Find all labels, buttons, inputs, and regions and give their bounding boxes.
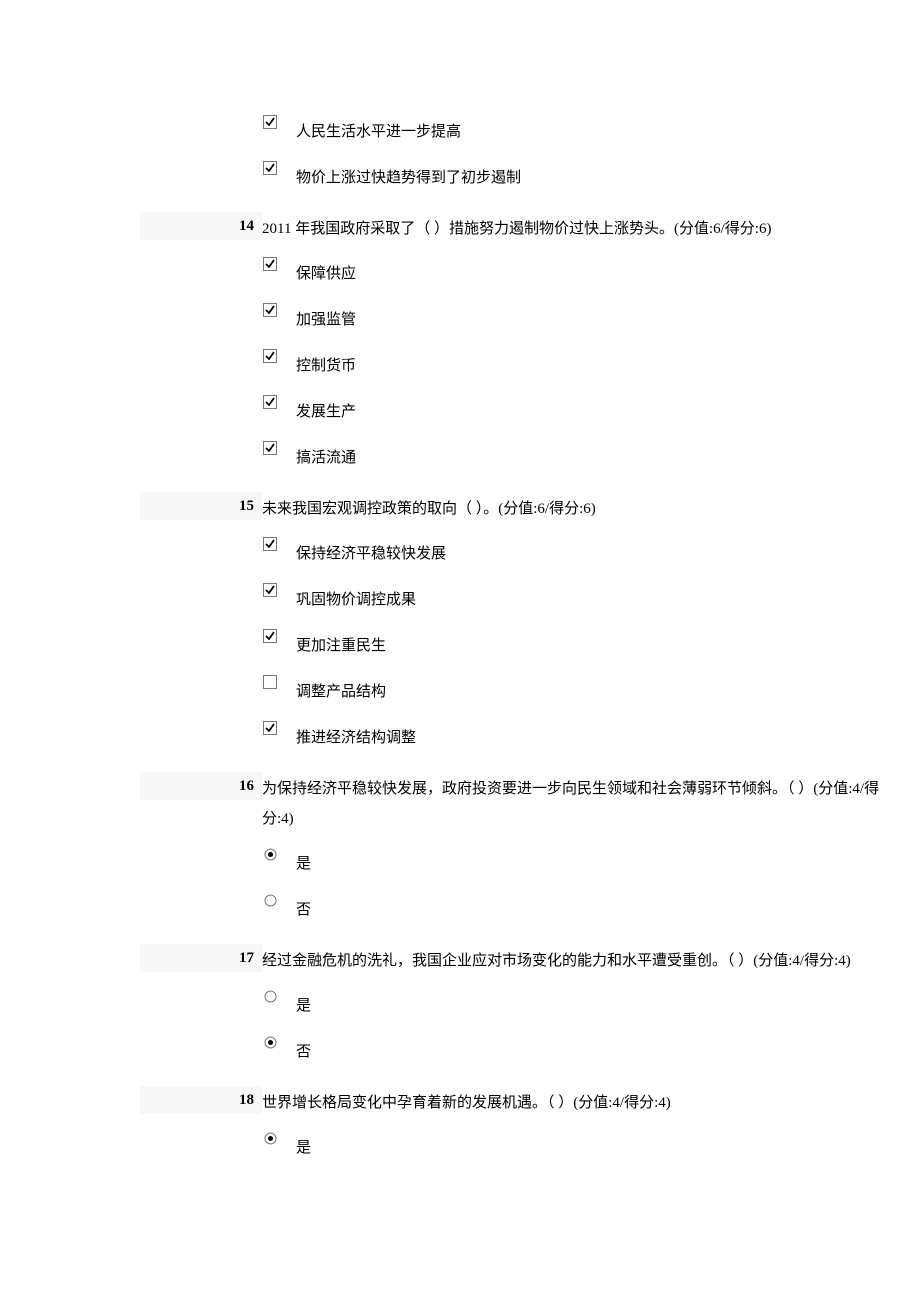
- option-row: 物价上涨过快趋势得到了初步遏制: [262, 158, 890, 190]
- checkbox-checked-icon[interactable]: [262, 628, 278, 644]
- option-row: 加强监管: [262, 300, 890, 332]
- question-number: 16: [140, 772, 262, 800]
- option-row: 控制货币: [262, 346, 890, 378]
- option-label: 调整产品结构: [296, 672, 386, 704]
- question-text: 经过金融危机的洗礼，我国企业应对市场变化的能力和水平遭受重创。（ ）(分值:4/…: [262, 944, 890, 978]
- option-row: 是: [262, 844, 890, 876]
- option-row: 否: [262, 1032, 890, 1064]
- option-label: 保障供应: [296, 254, 356, 286]
- question-number: 14: [140, 212, 262, 240]
- option-row: 是: [262, 986, 890, 1018]
- question-number: 18: [140, 1086, 262, 1114]
- option-label: 否: [296, 1032, 311, 1064]
- checkbox-checked-icon[interactable]: [262, 348, 278, 364]
- option-label: 推进经济结构调整: [296, 718, 416, 750]
- question-number-empty: [140, 110, 262, 112]
- question-15-options: 保持经济平稳较快发展 巩固物价调控成果 更加注重民生 调整产品结构: [140, 532, 890, 766]
- radio-unselected-icon[interactable]: [262, 988, 278, 1004]
- option-label: 保持经济平稳较快发展: [296, 534, 446, 566]
- question-number: 15: [140, 492, 262, 520]
- question-15: 15 未来我国宏观调控政策的取向（ ）。(分值:6/得分:6): [140, 492, 890, 526]
- question-text: 世界增长格局变化中孕育着新的发展机遇。（ ）(分值:4/得分:4): [262, 1086, 890, 1120]
- option-row: 否: [262, 890, 890, 922]
- checkbox-checked-icon[interactable]: [262, 582, 278, 598]
- option-row: 调整产品结构: [262, 672, 890, 704]
- question-14: 14 2011 年我国政府采取了（ ）措施努力遏制物价过快上涨势头。(分值:6/…: [140, 212, 890, 246]
- option-label: 是: [296, 986, 311, 1018]
- checkbox-checked-icon[interactable]: [262, 720, 278, 736]
- option-label: 发展生产: [296, 392, 356, 424]
- checkbox-checked-icon[interactable]: [262, 256, 278, 272]
- option-label: 物价上涨过快趋势得到了初步遏制: [296, 158, 521, 190]
- option-row: 保持经济平稳较快发展: [262, 534, 890, 566]
- option-row: 是: [262, 1128, 890, 1160]
- question-text: 2011 年我国政府采取了（ ）措施努力遏制物价过快上涨势头。(分值:6/得分:…: [262, 212, 890, 246]
- checkbox-checked-icon[interactable]: [262, 160, 278, 176]
- question-18-options: 是: [140, 1126, 890, 1176]
- radio-selected-icon[interactable]: [262, 1130, 278, 1146]
- checkbox-checked-icon[interactable]: [262, 302, 278, 318]
- option-label: 巩固物价调控成果: [296, 580, 416, 612]
- option-row: 搞活流通: [262, 438, 890, 470]
- question-text: 为保持经济平稳较快发展，政府投资要进一步向民生领域和社会薄弱环节倾斜。（ ）(分…: [262, 772, 890, 836]
- option-row: 巩固物价调控成果: [262, 580, 890, 612]
- question-16: 16 为保持经济平稳较快发展，政府投资要进一步向民生领域和社会薄弱环节倾斜。（ …: [140, 772, 890, 836]
- option-row: 更加注重民生: [262, 626, 890, 658]
- option-label: 更加注重民生: [296, 626, 386, 658]
- question-13-extra: 人民生活水平进一步提高 物价上涨过快趋势得到了初步遏制: [140, 110, 890, 206]
- option-row: 推进经济结构调整: [262, 718, 890, 750]
- checkbox-checked-icon[interactable]: [262, 114, 278, 130]
- option-row: 人民生活水平进一步提高: [262, 112, 890, 144]
- option-label: 控制货币: [296, 346, 356, 378]
- option-label: 是: [296, 844, 311, 876]
- option-label: 搞活流通: [296, 438, 356, 470]
- option-label: 加强监管: [296, 300, 356, 332]
- question-text: 未来我国宏观调控政策的取向（ ）。(分值:6/得分:6): [262, 492, 890, 526]
- question-14-options: 保障供应 加强监管 控制货币 发展生产: [140, 252, 890, 486]
- checkbox-checked-icon[interactable]: [262, 536, 278, 552]
- checkbox-checked-icon[interactable]: [262, 440, 278, 456]
- radio-unselected-icon[interactable]: [262, 892, 278, 908]
- radio-selected-icon[interactable]: [262, 1034, 278, 1050]
- checkbox-unchecked-icon[interactable]: [262, 674, 278, 690]
- radio-selected-icon[interactable]: [262, 846, 278, 862]
- option-row: 保障供应: [262, 254, 890, 286]
- question-17: 17 经过金融危机的洗礼，我国企业应对市场变化的能力和水平遭受重创。（ ）(分值…: [140, 944, 890, 978]
- quiz-page: 人民生活水平进一步提高 物价上涨过快趋势得到了初步遏制 14 2011 年我国政…: [0, 0, 920, 1242]
- question-16-options: 是 否: [140, 842, 890, 938]
- checkbox-checked-icon[interactable]: [262, 394, 278, 410]
- question-17-options: 是 否: [140, 984, 890, 1080]
- question-options: 人民生活水平进一步提高 物价上涨过快趋势得到了初步遏制: [262, 110, 890, 206]
- question-number: 17: [140, 944, 262, 972]
- option-label: 是: [296, 1128, 311, 1160]
- option-label: 否: [296, 890, 311, 922]
- option-row: 发展生产: [262, 392, 890, 424]
- option-label: 人民生活水平进一步提高: [296, 112, 461, 144]
- question-18: 18 世界增长格局变化中孕育着新的发展机遇。（ ）(分值:4/得分:4): [140, 1086, 890, 1120]
